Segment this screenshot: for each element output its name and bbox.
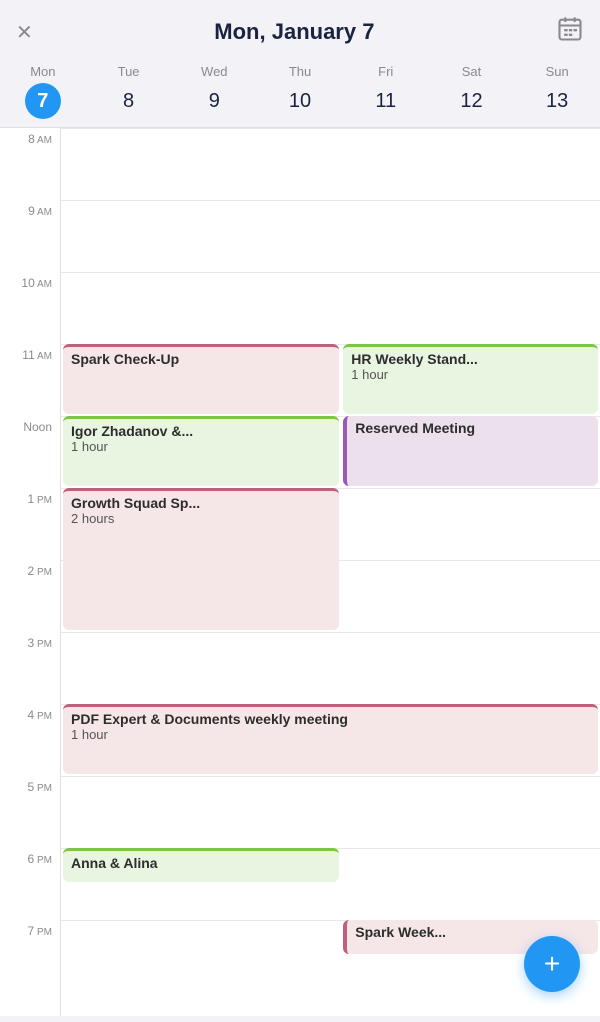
day-column-wed[interactable]: Wed 9: [171, 64, 257, 119]
event-title: Anna & Alina: [71, 855, 331, 871]
event-igor-zhadanov[interactable]: Igor Zhadanov &...1 hour: [63, 416, 339, 486]
time-label: 5 PM: [28, 780, 52, 794]
time-slot: 1 PM: [0, 488, 60, 560]
time-slot: 2 PM: [0, 560, 60, 632]
day-number: 7: [25, 83, 61, 119]
time-label: 1 PM: [28, 492, 52, 506]
close-button[interactable]: ✕: [16, 20, 33, 45]
calendar-grid: 8 AM 9 AM 10 AM 11 AM Noon 1 PM 2 PM 3 PM 4 PM 5 …: [0, 128, 600, 1016]
day-number: 9: [196, 83, 232, 119]
time-label: 11 AM: [22, 348, 52, 362]
add-event-button[interactable]: +: [524, 936, 580, 992]
events-area: Spark Check-UpHR Weekly Stand...1 hourIg…: [60, 128, 600, 1016]
day-name: Mon: [30, 64, 55, 79]
day-name: Thu: [289, 64, 311, 79]
time-label: 6 PM: [28, 852, 52, 866]
event-title: Growth Squad Sp...: [71, 495, 331, 511]
day-number: 11: [368, 83, 404, 119]
time-slot: 11 AM: [0, 344, 60, 416]
day-column-tue[interactable]: Tue 8: [86, 64, 172, 119]
event-spark-checkup[interactable]: Spark Check-Up: [63, 344, 339, 414]
time-slot: 8 AM: [0, 128, 60, 200]
time-slot: 7 PM: [0, 920, 60, 992]
time-slot: 4 PM: [0, 704, 60, 776]
event-duration: 1 hour: [71, 727, 590, 742]
day-number: 13: [539, 83, 575, 119]
event-duration: 1 hour: [351, 367, 590, 382]
day-column-sun[interactable]: Sun 13: [514, 64, 600, 119]
calendar-icon[interactable]: [556, 15, 584, 50]
time-label: 10 AM: [21, 276, 52, 290]
time-label: Noon: [23, 420, 52, 434]
day-column-fri[interactable]: Fri 11: [343, 64, 429, 119]
time-label: 4 PM: [28, 708, 52, 722]
hour-line: [61, 272, 600, 273]
day-column-mon[interactable]: Mon 7: [0, 64, 86, 119]
day-name: Wed: [201, 64, 228, 79]
event-pdf-expert[interactable]: PDF Expert & Documents weekly meeting1 h…: [63, 704, 598, 774]
time-slot: 6 PM: [0, 848, 60, 920]
hour-line: [61, 200, 600, 201]
time-slot: Noon: [0, 416, 60, 488]
event-title: Spark Check-Up: [71, 351, 331, 367]
day-name: Sat: [462, 64, 482, 79]
time-slot: 10 AM: [0, 272, 60, 344]
day-column-thu[interactable]: Thu 10: [257, 64, 343, 119]
header-title: Mon, January 7: [214, 19, 374, 45]
day-number: 12: [453, 83, 489, 119]
time-label: 3 PM: [28, 636, 52, 650]
day-name: Fri: [378, 64, 393, 79]
time-label: 2 PM: [28, 564, 52, 578]
time-slot: 3 PM: [0, 632, 60, 704]
event-title: Reserved Meeting: [355, 420, 590, 436]
event-anna-alina[interactable]: Anna & Alina: [63, 848, 339, 882]
time-slot: 5 PM: [0, 776, 60, 848]
hour-line: [61, 776, 600, 777]
event-hr-weekly[interactable]: HR Weekly Stand...1 hour: [343, 344, 598, 414]
day-strip: Mon 7 Tue 8 Wed 9 Thu 10 Fri 11 Sat 12 Sun 13: [0, 64, 600, 128]
day-number: 10: [282, 83, 318, 119]
hour-line: [61, 632, 600, 633]
day-column-sat[interactable]: Sat 12: [429, 64, 515, 119]
time-label: 8 AM: [28, 132, 52, 146]
header: ✕ Mon, January 7: [0, 0, 600, 64]
hour-line: [61, 128, 600, 129]
event-title: HR Weekly Stand...: [351, 351, 590, 367]
event-title: Igor Zhadanov &...: [71, 423, 331, 439]
time-slot: 9 AM: [0, 200, 60, 272]
event-reserved-meeting[interactable]: Reserved Meeting: [343, 416, 598, 486]
day-number: 8: [111, 83, 147, 119]
day-name: Tue: [118, 64, 140, 79]
event-duration: 2 hours: [71, 511, 331, 526]
time-label: 9 AM: [28, 204, 52, 218]
time-column: 8 AM 9 AM 10 AM 11 AM Noon 1 PM 2 PM 3 PM 4 PM 5 …: [0, 128, 60, 1016]
time-label: 7 PM: [28, 924, 52, 938]
day-name: Sun: [546, 64, 569, 79]
event-title: PDF Expert & Documents weekly meeting: [71, 711, 590, 727]
event-growth-squad[interactable]: Growth Squad Sp...2 hours: [63, 488, 339, 630]
event-duration: 1 hour: [71, 439, 331, 454]
